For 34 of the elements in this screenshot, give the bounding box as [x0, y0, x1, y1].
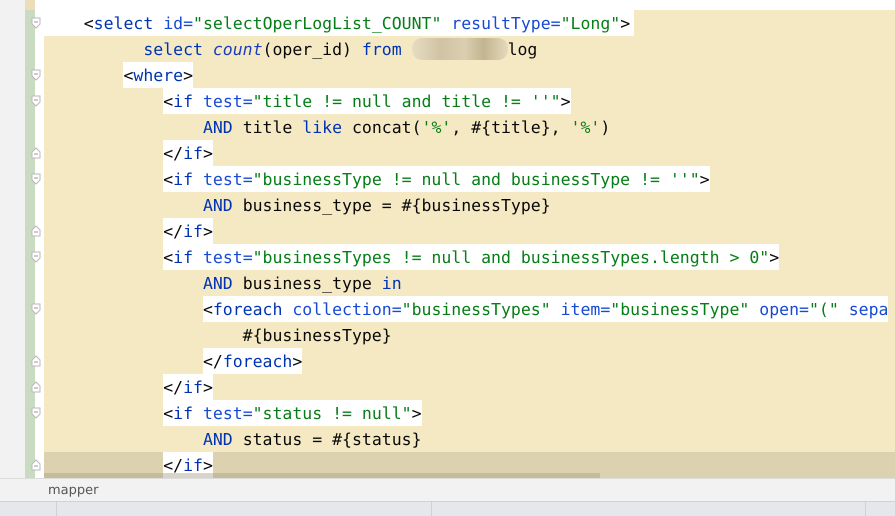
fold-icon[interactable]: [31, 459, 41, 471]
code-text: <if test="status != null">: [163, 400, 422, 426]
code-text: </if>: [163, 374, 213, 400]
fold-icon[interactable]: [31, 69, 41, 81]
code-text: select count(oper_id) from: [143, 38, 403, 61]
fold-icon[interactable]: [31, 225, 41, 237]
code-text: <foreach collection="businessTypes" item="businessType" open="(" sepa: [202, 296, 888, 322]
code-text: <select id="selectOperLogList_COUNT" resultType="Long">: [84, 10, 630, 36]
code-text: </if>: [163, 452, 213, 478]
code-text: </foreach>: [202, 348, 302, 374]
code-text: AND title like concat('%', #{title}, '%'): [202, 116, 610, 138]
code-text: AND status = #{status}: [202, 428, 422, 450]
code-text: <where>: [123, 62, 194, 88]
breadcrumb-item[interactable]: mapper: [48, 482, 98, 498]
fold-icon[interactable]: [31, 303, 41, 315]
fold-icon[interactable]: [31, 355, 41, 367]
code-text: </if>: [163, 140, 213, 166]
code-text: AND business_type in: [202, 272, 402, 295]
change-marker: [25, 0, 35, 10]
code-text: <if test="businessType != null and businessType != ''">: [163, 166, 710, 192]
fold-icon[interactable]: [31, 407, 41, 419]
code-text: #{businessType}: [242, 324, 392, 346]
scrollbar-thumb[interactable]: [44, 473, 600, 478]
code-text: </if>: [163, 218, 213, 244]
code-text: <if test="businessTypes != null and businessTypes.length > 0">: [163, 244, 780, 270]
fold-icon[interactable]: [31, 17, 41, 29]
fold-icon[interactable]: [31, 251, 41, 263]
fold-icon[interactable]: [31, 381, 41, 393]
code-text: AND business_type = #{businessType}: [202, 194, 551, 217]
code-text: <if test="title != null and title != ''">: [163, 88, 571, 114]
fold-icon[interactable]: [31, 95, 41, 107]
fold-icon[interactable]: [31, 173, 41, 185]
fold-icon[interactable]: [31, 147, 41, 159]
code-text: log: [508, 38, 538, 60]
